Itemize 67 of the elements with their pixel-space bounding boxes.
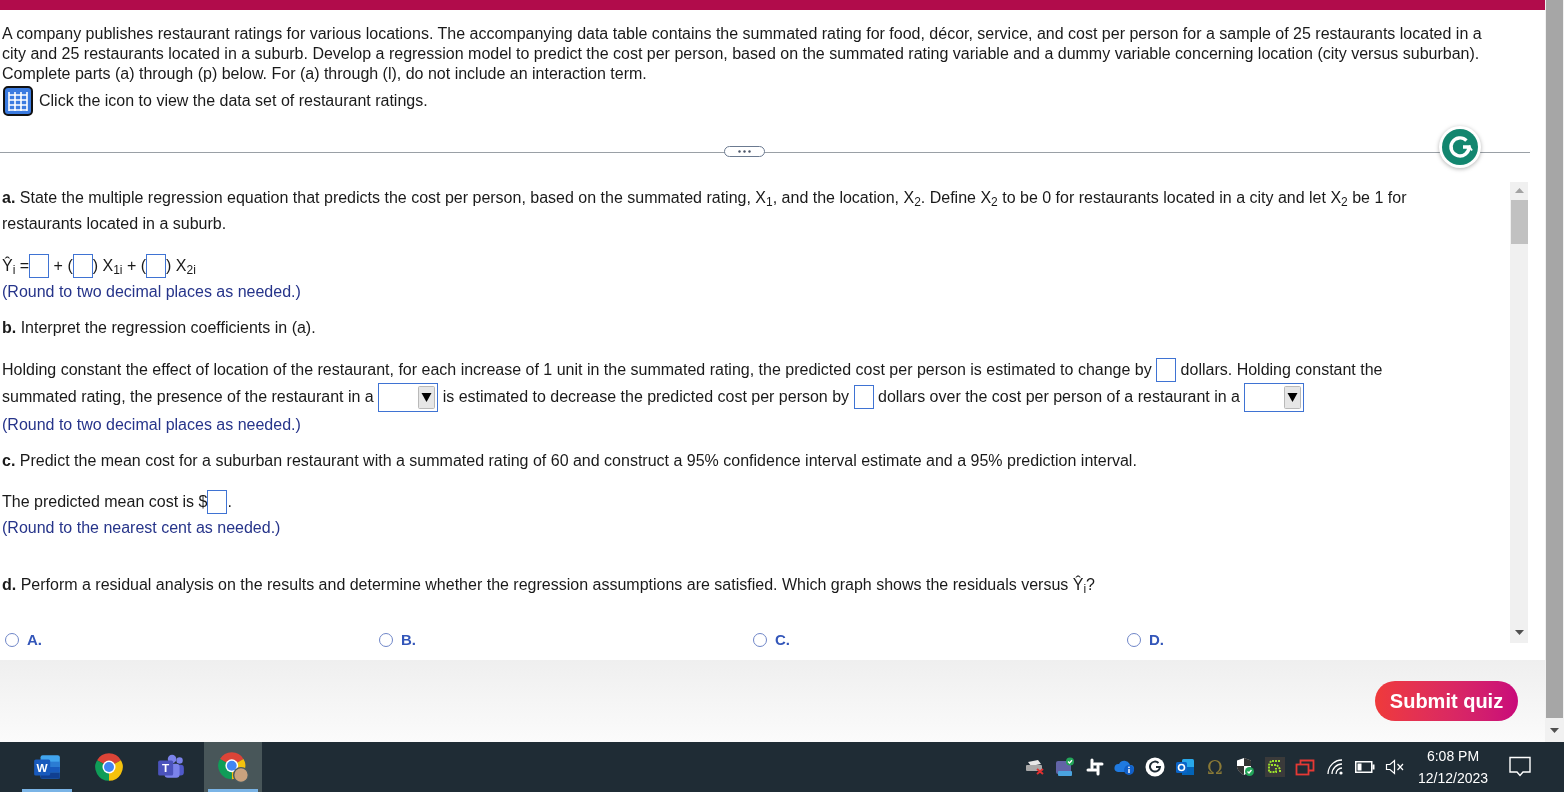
expand-handle[interactable] xyxy=(724,146,765,157)
submit-button[interactable]: Submit quiz xyxy=(1375,681,1518,721)
clock-time[interactable]: 6:08 PM xyxy=(1426,745,1480,767)
mail-app-icon[interactable] xyxy=(1175,758,1195,776)
answer-box[interactable] xyxy=(1156,357,1177,382)
question-prompt: b. Interpret the regression coefficients in (a). xyxy=(2,317,317,338)
overlapping-windows-icon[interactable] xyxy=(1295,758,1315,776)
table-icon[interactable] xyxy=(3,86,33,116)
browser-with-avatar-icon xyxy=(217,750,249,783)
intro-text: A company publishes restaurant ratings for various locations. The accompanying data table contains the summated rating for food, décor, service, and cost per person for a sample of 25 restaurants located in a city and 25 restaurants located in a suburb. Develop a regression model to predict the cost per person, based on the summated rating variable and a dummy variable concerning location (city versus suburban). Complete parts (a) through (p) below. For (a) through (l), do not include an interaction term. xyxy=(1,24,1483,84)
scroll-down-icon[interactable] xyxy=(1514,630,1524,635)
radio-button[interactable] xyxy=(379,633,393,648)
pinwheel-icon[interactable] xyxy=(1086,758,1104,776)
answer-text: . xyxy=(227,492,232,513)
dotted-g-tile-icon[interactable] xyxy=(1265,757,1285,777)
rounding-note: (Round to two decimal places as needed.) xyxy=(2,281,301,302)
question-prompt: a. State the multiple regression equation that predicts the cost per person, based on the summated rating, X$_{1}$, and the location, X$_{2}$. Define X$_{2}$ to be 0 for restaurants located in a city and let X$_{2}$ be 1 for restaurants located in a suburb. xyxy=(2,188,1408,234)
answer-box[interactable] xyxy=(29,253,50,278)
answer-option[interactable]: D. xyxy=(1127,630,1164,651)
equation-text: Ŷ$_{i}$ = xyxy=(2,255,30,279)
answer-option[interactable]: A. xyxy=(5,630,42,651)
wifi-icon[interactable] xyxy=(1326,758,1344,776)
equation-text: + ( xyxy=(52,255,73,276)
answer-box[interactable] xyxy=(72,253,93,278)
battery-icon[interactable] xyxy=(1355,761,1375,773)
answer-text: summated rating, the presence of the restaurant in a xyxy=(2,387,375,408)
answer-text: is estimated to decrease the predicted cost per person by xyxy=(441,387,851,408)
equation-text: ) X$_{1i}$ + ( xyxy=(92,255,147,279)
answer-option[interactable]: B. xyxy=(379,630,416,651)
answer-box[interactable] xyxy=(146,253,167,278)
clock-date[interactable]: 12/12/2023 xyxy=(1417,767,1489,789)
shield-check-icon[interactable] xyxy=(1235,757,1255,777)
rounding-note: (Round to the nearest cent as needed.) xyxy=(2,518,281,539)
question-prompt: d. Perform a residual analysis on the results and determine whether the regression assumptions are satisfied. Which graph shows the residuals versus Ŷ$_{i}$? xyxy=(2,574,1096,599)
answer-text: The predicted mean cost is $ xyxy=(2,492,208,513)
answer-text: Holding constant the effect of location of the restaurant, for each increase of 1 unit in the summated rating, the predicted cost per person is estimated to change by xyxy=(2,359,1153,380)
data-link-text: Click the icon to view the data set of restaurant ratings. xyxy=(39,91,428,111)
scroll-thumb[interactable] xyxy=(1510,200,1528,244)
printer-icon[interactable] xyxy=(1025,759,1045,775)
question-prompt: c. Predict the mean cost for a suburban restaurant with a summated rating of 60 and construct a 95% confidence interval estimate and a 95% prediction interval. xyxy=(2,450,1138,471)
g-circle-icon[interactable] xyxy=(1145,757,1165,777)
answer-text: dollars. Holding constant the xyxy=(1179,359,1383,380)
omega-icon[interactable]: Ω xyxy=(1207,757,1223,777)
scroll-down-icon[interactable] xyxy=(1550,728,1559,733)
vertical-scrollbar[interactable] xyxy=(1510,182,1528,643)
taskbar-app-button[interactable] xyxy=(204,742,262,792)
answer-option[interactable]: C. xyxy=(753,630,790,651)
notification-icon[interactable] xyxy=(1508,756,1531,778)
radio-button[interactable] xyxy=(1127,633,1141,648)
taskbar-app-button[interactable]: W xyxy=(18,742,76,792)
browser-icon xyxy=(94,751,124,782)
muted-speaker-icon[interactable] xyxy=(1385,759,1405,775)
answer-box[interactable] xyxy=(853,385,874,410)
equation-text: ) X$_{2i}$ xyxy=(166,255,196,279)
answer-text: dollars over the cost per person of a restaurant in a xyxy=(877,387,1241,408)
taskbar-app-button[interactable]: T xyxy=(142,742,200,792)
radio-button[interactable] xyxy=(5,633,19,648)
dropdown[interactable] xyxy=(378,382,439,412)
answer-box[interactable] xyxy=(207,490,228,515)
rounding-note: (Round to two decimal places as needed.) xyxy=(2,414,301,435)
cloud-info-icon[interactable] xyxy=(1114,758,1136,776)
caret-icon xyxy=(418,385,436,409)
dropdown[interactable] xyxy=(1244,382,1305,412)
ellipsis-icon xyxy=(738,150,751,153)
chat-app-icon[interactable] xyxy=(1055,757,1075,777)
radio-button[interactable] xyxy=(753,633,767,648)
caret-icon xyxy=(1284,385,1302,409)
